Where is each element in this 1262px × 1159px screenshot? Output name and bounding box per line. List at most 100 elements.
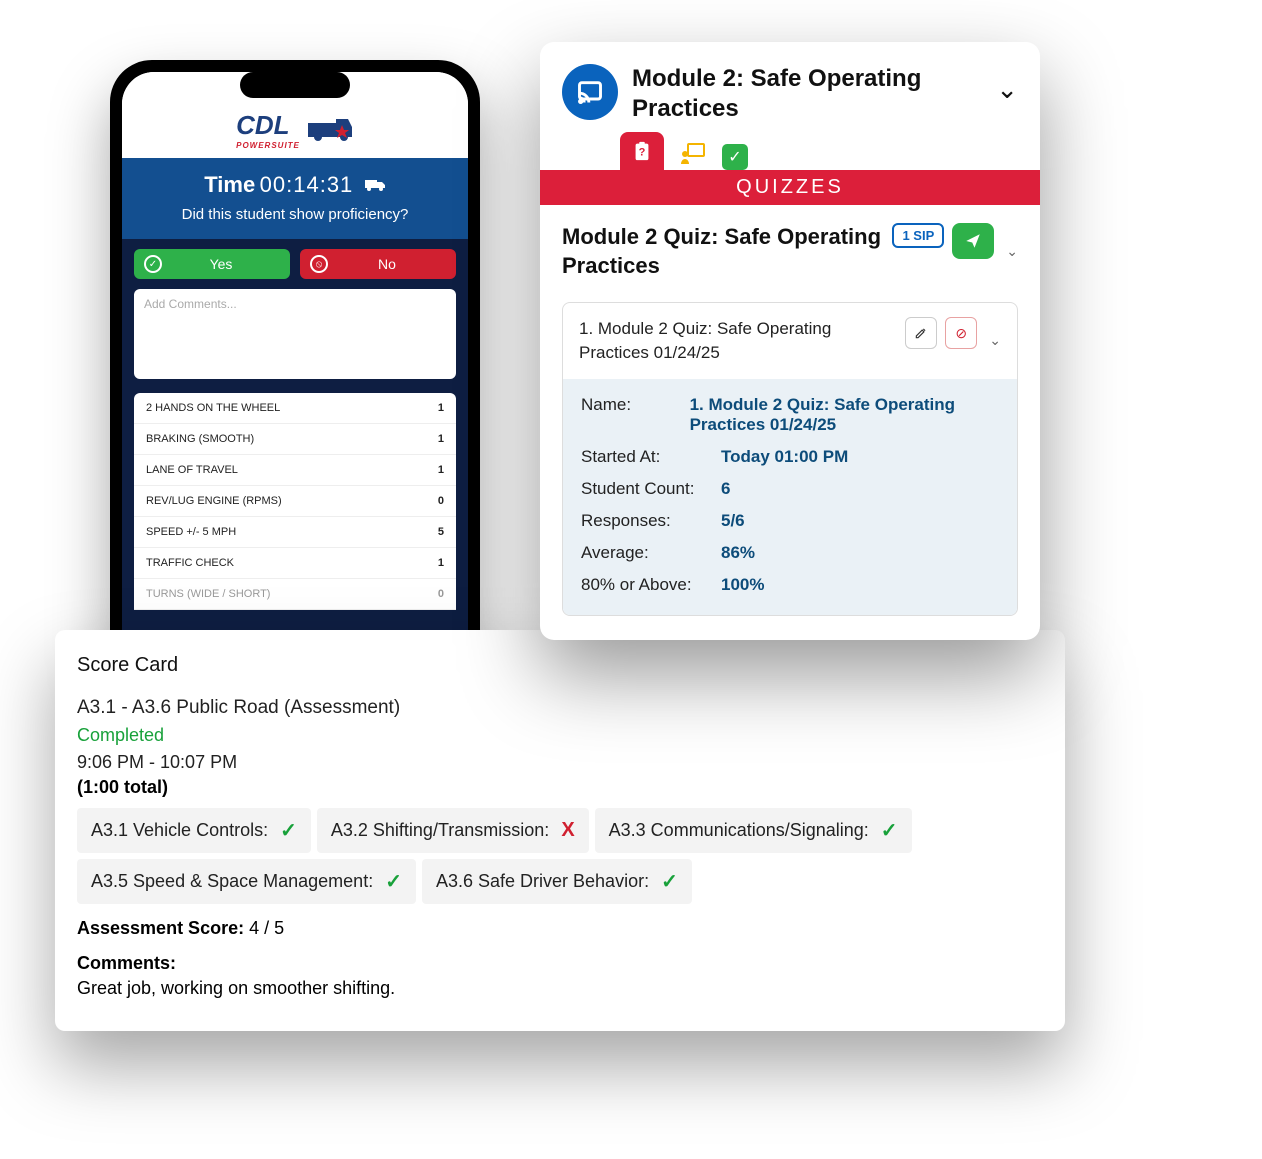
detail-value-started: Today 01:00 PM	[721, 447, 999, 467]
assessment-score: Assessment Score: 4 / 5	[77, 918, 1043, 939]
assessment-cell-a36: A3.6 Safe Driver Behavior: ✓	[422, 859, 692, 904]
tab-complete[interactable]: ✓	[722, 144, 748, 170]
cell-label: A3.6 Safe Driver Behavior:	[436, 871, 649, 892]
comments-text: Great job, working on smoother shifting.	[77, 978, 1043, 999]
metrics-list: 2 HANDS ON THE WHEEL1 BRAKING (SMOOTH)1 …	[134, 393, 456, 610]
metric-row[interactable]: REV/LUG ENGINE (RPMS) 0	[134, 486, 456, 517]
score-label: Assessment Score:	[77, 918, 244, 938]
tab-presentation[interactable]	[680, 142, 706, 170]
assessment-cell-a31: A3.1 Vehicle Controls: ✓	[77, 808, 311, 853]
check-icon: ✓	[728, 147, 741, 167]
metric-label: REV/LUG ENGINE (RPMS)	[146, 495, 282, 507]
clipboard-question-icon: ?	[631, 139, 653, 163]
cast-icon[interactable]	[562, 64, 618, 120]
paper-plane-icon	[964, 232, 982, 250]
detail-label-pass: 80% or Above:	[581, 575, 721, 595]
no-button[interactable]: ⦸ No	[300, 249, 456, 279]
assessment-cell-a33: A3.3 Communications/Signaling: ✓	[595, 808, 912, 853]
assessment-row-2: A3.5 Speed & Space Management: ✓ A3.6 Sa…	[77, 859, 1043, 904]
yes-no-row: ✓ Yes ⦸ No	[122, 239, 468, 289]
metric-label: TURNS (WIDE / SHORT)	[146, 588, 270, 600]
logo-subtext: POWERSUITE	[236, 141, 300, 150]
check-icon: ✓	[881, 818, 898, 843]
time-bar: Time 00:14:31 Did this student show prof…	[122, 158, 468, 239]
metric-label: BRAKING (SMOOTH)	[146, 433, 254, 445]
metric-value: 1	[438, 433, 444, 445]
phone-screen: CDL POWERSUITE Time 00:14:31	[122, 72, 468, 668]
quizzes-bar: QUIZZES	[540, 170, 1040, 205]
yes-label: Yes	[162, 256, 280, 272]
total-duration: (1:00 total)	[77, 777, 1043, 798]
sip-badge: 1 SIP	[892, 223, 944, 248]
module-body: Module 2 Quiz: Safe Operating Practices …	[540, 205, 1040, 616]
assessment-row-1: A3.1 Vehicle Controls: ✓ A3.2 Shifting/T…	[77, 808, 1043, 853]
cell-label: A3.2 Shifting/Transmission:	[331, 820, 549, 841]
time-range: 9:06 PM - 10:07 PM	[77, 752, 1043, 773]
comments-input[interactable]: Add Comments...	[134, 289, 456, 379]
assessment-cell-a35: A3.5 Speed & Space Management: ✓	[77, 859, 416, 904]
phone-dark-section: Time 00:14:31 Did this student show prof…	[122, 158, 468, 630]
detail-label-count: Student Count:	[581, 479, 721, 499]
metric-row[interactable]: 2 HANDS ON THE WHEEL 1	[134, 393, 456, 424]
quiz-item-header: 1. Module 2 Quiz: Safe Operating Practic…	[563, 303, 1017, 379]
logo-text: CDL	[236, 110, 300, 141]
proficiency-prompt: Did this student show proficiency?	[130, 206, 460, 223]
detail-value-average: 86%	[721, 543, 999, 563]
metric-value: 0	[438, 495, 444, 507]
svg-text:?: ?	[639, 147, 646, 159]
detail-value-name: 1. Module 2 Quiz: Safe Operating Practic…	[690, 395, 999, 435]
metric-value: 1	[438, 557, 444, 569]
detail-label-average: Average:	[581, 543, 721, 563]
metric-value: 1	[438, 464, 444, 476]
detail-value-responses: 5/6	[721, 511, 999, 531]
check-icon: ✓	[385, 869, 402, 894]
teacher-icon	[680, 142, 706, 164]
edit-button[interactable]	[905, 317, 937, 349]
metric-label: SPEED +/- 5 MPH	[146, 526, 236, 538]
metric-row[interactable]: SPEED +/- 5 MPH5	[134, 517, 456, 548]
module-title: Module 2: Safe Operating Practices	[632, 64, 982, 124]
detail-label-started: Started At:	[581, 447, 721, 467]
metric-row[interactable]: TURNS (WIDE / SHORT)0	[134, 579, 456, 610]
module-header: Module 2: Safe Operating Practices ⌄	[540, 42, 1040, 124]
time-value: 00:14:31	[260, 172, 354, 197]
truck-icon	[364, 178, 386, 197]
yes-button[interactable]: ✓ Yes	[134, 249, 290, 279]
check-icon: ✓	[280, 818, 297, 843]
cell-label: A3.5 Speed & Space Management:	[91, 871, 373, 892]
check-icon: ✓	[661, 869, 678, 894]
metric-row[interactable]: BRAKING (SMOOTH) 1	[134, 424, 456, 455]
quiz-item-title: 1. Module 2 Quiz: Safe Operating Practic…	[579, 317, 897, 365]
metric-row[interactable]: LANE OF TRAVEL1	[134, 455, 456, 486]
chevron-down-icon[interactable]: ⌄	[1006, 243, 1018, 260]
delete-button[interactable]: ⊘	[945, 317, 977, 349]
cdl-logo: CDL POWERSUITE	[236, 110, 354, 150]
chevron-down-icon[interactable]: ⌄	[989, 332, 1001, 349]
tab-quiz[interactable]: ?	[620, 132, 664, 170]
cancel-icon: ⊘	[955, 325, 967, 342]
assessment-cell-a32: A3.2 Shifting/Transmission: X	[317, 808, 589, 853]
phone-mockup: CDL POWERSUITE Time 00:14:31	[110, 60, 480, 680]
assessment-label: A3.1 - A3.6 Public Road (Assessment)	[77, 697, 1043, 719]
detail-label-responses: Responses:	[581, 511, 721, 531]
truck-star-icon	[306, 115, 354, 145]
quiz-panel: 1. Module 2 Quiz: Safe Operating Practic…	[562, 302, 1018, 616]
quiz-title: Module 2 Quiz: Safe Operating Practices	[562, 223, 884, 280]
send-button[interactable]	[952, 223, 994, 259]
scorecard-title: Score Card	[77, 654, 1043, 677]
metric-value: 1	[438, 402, 444, 414]
metric-row[interactable]: TRAFFIC CHECK 1	[134, 548, 456, 579]
detail-label-name: Name:	[581, 395, 672, 435]
detail-value-count: 6	[721, 479, 999, 499]
quiz-header: Module 2 Quiz: Safe Operating Practices …	[562, 223, 1018, 280]
chevron-down-icon[interactable]: ⌄	[996, 74, 1018, 105]
check-icon: ✓	[144, 255, 162, 273]
module-card: Module 2: Safe Operating Practices ⌄ ? ✓…	[540, 42, 1040, 640]
detail-value-pass: 100%	[721, 575, 999, 595]
metric-label: TRAFFIC CHECK	[146, 557, 234, 569]
cell-label: A3.3 Communications/Signaling:	[609, 820, 869, 841]
comments-label: Comments:	[77, 953, 1043, 974]
score-value: 4 / 5	[249, 918, 284, 938]
metric-label: 2 HANDS ON THE WHEEL	[146, 402, 280, 414]
score-card: Score Card A3.1 - A3.6 Public Road (Asse…	[55, 630, 1065, 1031]
